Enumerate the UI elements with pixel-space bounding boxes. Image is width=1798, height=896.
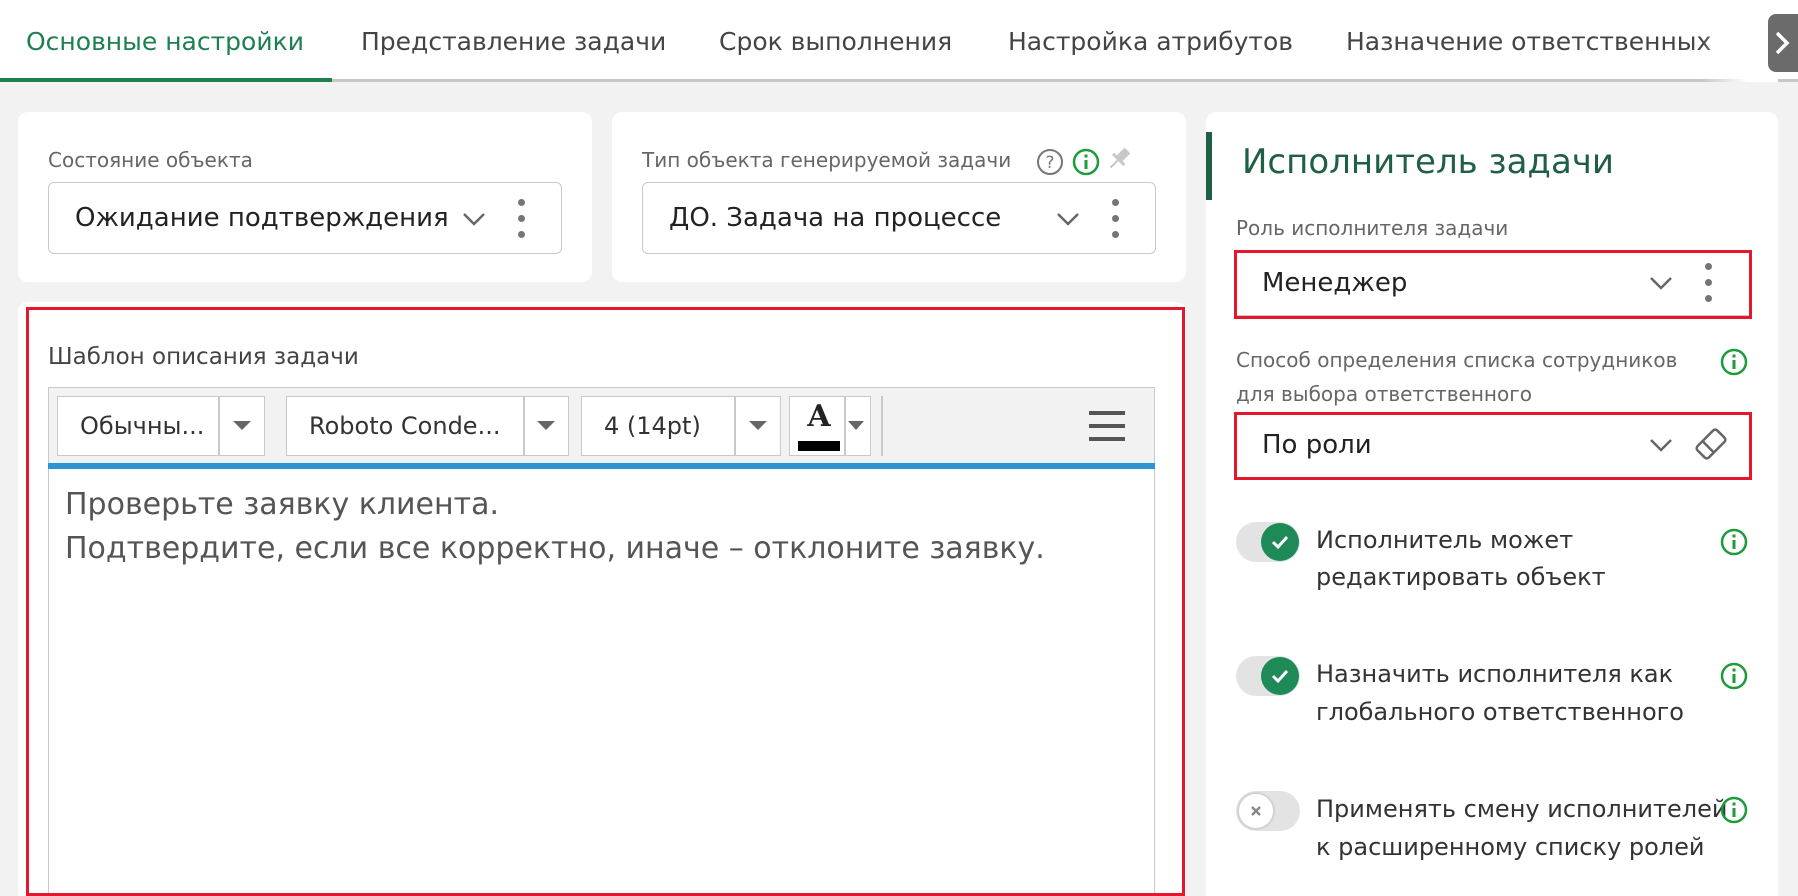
pin-icon[interactable] [1104, 144, 1134, 174]
active-tab-indicator [0, 78, 332, 82]
tab-main-settings[interactable]: Основные настройки [26, 0, 304, 82]
close-icon [1251, 806, 1261, 816]
check-icon [1271, 669, 1289, 683]
can-edit-object-label-line2: редактировать объект [1316, 563, 1606, 591]
info-icon[interactable] [1072, 148, 1100, 176]
global-responsible-label-line1: Назначить исполнителя как [1316, 660, 1674, 688]
info-icon[interactable] [1720, 528, 1748, 556]
object-state-select[interactable]: Ожидание подтверждения [48, 182, 562, 254]
can-edit-object-toggle[interactable] [1236, 522, 1300, 562]
global-responsible-toggle[interactable] [1236, 656, 1300, 696]
section-accent-bar [1206, 132, 1212, 200]
info-icon[interactable] [1720, 662, 1748, 690]
tab-deadline[interactable]: Срок выполнения [719, 0, 952, 82]
tab-task-view[interactable]: Представление задачи [361, 0, 666, 82]
extended-roles-toggle[interactable] [1236, 791, 1300, 831]
kebab-menu-icon[interactable] [515, 199, 527, 239]
check-icon [1271, 535, 1289, 549]
tabs-scroll-next-button[interactable] [1768, 14, 1798, 72]
global-responsible-label-line2: глобального ответственного [1316, 698, 1684, 726]
extended-roles-label-line2: к расширенному списку ролей [1316, 833, 1705, 861]
executor-role-label: Роль исполнителя задачи [1236, 216, 1509, 240]
info-icon[interactable] [1720, 796, 1748, 824]
role-highlight-frame [1234, 250, 1752, 319]
method-highlight-frame [1234, 412, 1752, 480]
chevron-right-icon [1775, 31, 1790, 55]
editor-highlight-frame [26, 307, 1185, 896]
object-state-label: Состояние объекта [48, 148, 253, 172]
tab-overflow-fade [1702, 0, 1778, 82]
tab-bar: Основные настройки Представление задачи … [0, 0, 1798, 82]
tab-attributes[interactable]: Настройка атрибутов [1008, 0, 1293, 82]
object-type-value: ДО. Задача на процессе [669, 203, 1002, 233]
object-type-label: Тип объекта генерируемой задачи [642, 148, 1012, 172]
chevron-down-icon[interactable] [461, 207, 487, 231]
object-type-select[interactable]: ДО. Задача на процессе [642, 182, 1156, 254]
info-icon[interactable] [1720, 348, 1748, 376]
selection-method-label-line2: для выбора ответственного [1236, 382, 1532, 406]
object-state-value: Ожидание подтверждения [75, 203, 449, 233]
selection-method-label-line1: Способ определения списка сотрудников [1236, 348, 1678, 372]
executor-title: Исполнитель задачи [1242, 142, 1614, 182]
extended-roles-label-line1: Применять смену исполнителей [1316, 795, 1728, 823]
help-icon[interactable]: ? [1036, 148, 1064, 176]
chevron-down-icon[interactable] [1055, 207, 1081, 231]
can-edit-object-label-line1: Исполнитель может [1316, 526, 1574, 554]
tab-responsibles[interactable]: Назначение ответственных [1346, 0, 1711, 82]
svg-text:?: ? [1045, 153, 1054, 173]
kebab-menu-icon[interactable] [1109, 199, 1121, 239]
